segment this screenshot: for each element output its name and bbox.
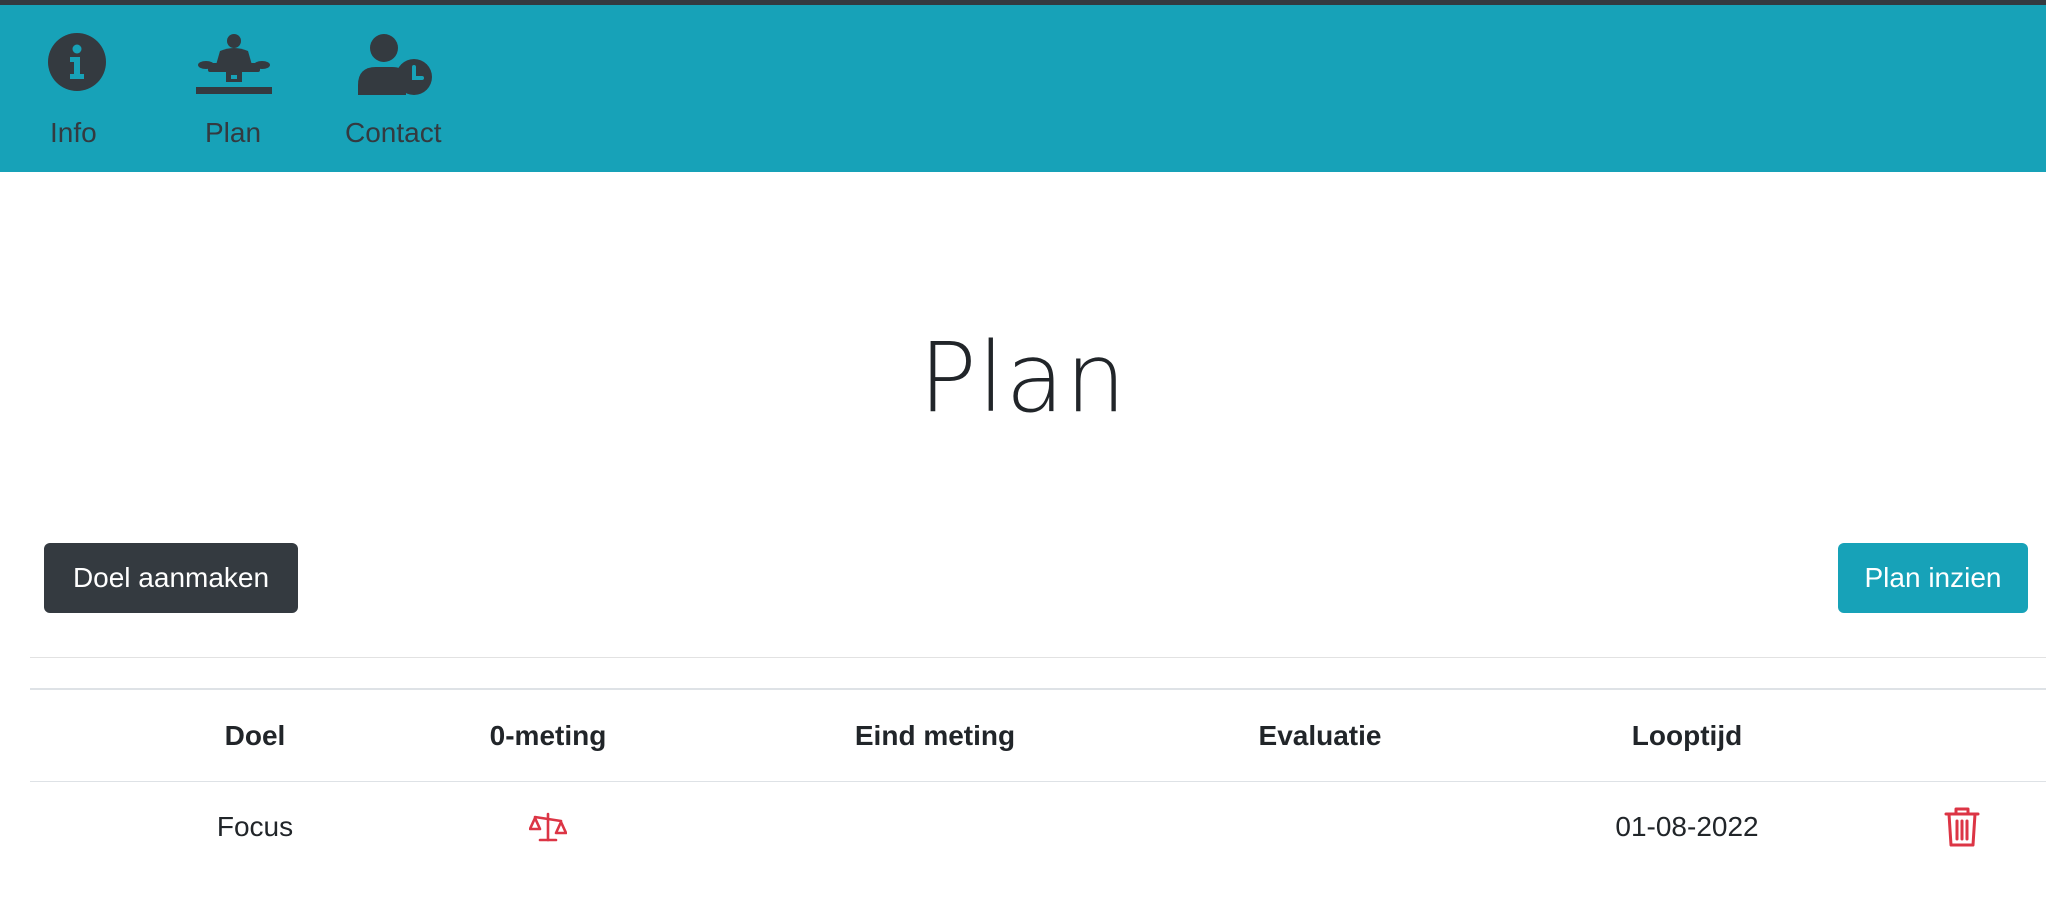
nav-item-plan[interactable]: Plan	[190, 5, 276, 172]
trash-icon[interactable]	[1944, 806, 1980, 853]
info-circle-icon	[48, 33, 106, 96]
header-looptijd: Looptijd	[1631, 720, 1743, 751]
therapist-bed-icon	[196, 33, 272, 100]
header-0-meting: 0-meting	[489, 720, 607, 751]
header-doel: Doel	[224, 720, 286, 751]
nav-label-info: Info	[50, 117, 97, 148]
header-divider	[30, 781, 2046, 782]
top-navbar: Info Plan Contact	[0, 5, 2046, 172]
nav-item-info[interactable]: Info	[30, 5, 122, 172]
user-clock-icon	[358, 33, 436, 100]
page-title: Plan	[918, 322, 1128, 434]
table-top-border	[30, 688, 2046, 690]
create-goal-button[interactable]: Doel aanmaken	[44, 543, 298, 613]
cell-doel: Focus	[216, 811, 294, 842]
divider	[30, 657, 2046, 658]
cell-looptijd: 01-08-2022	[1615, 811, 1759, 842]
balance-scale-icon[interactable]	[528, 811, 568, 848]
nav-item-contact[interactable]: Contact	[343, 5, 455, 172]
view-plan-button[interactable]: Plan inzien	[1838, 543, 2028, 613]
nav-label-plan: Plan	[205, 117, 262, 148]
header-evaluatie: Evaluatie	[1258, 720, 1382, 751]
header-eind-meting: Eind meting	[854, 720, 1016, 751]
nav-label-contact: Contact	[345, 117, 442, 148]
